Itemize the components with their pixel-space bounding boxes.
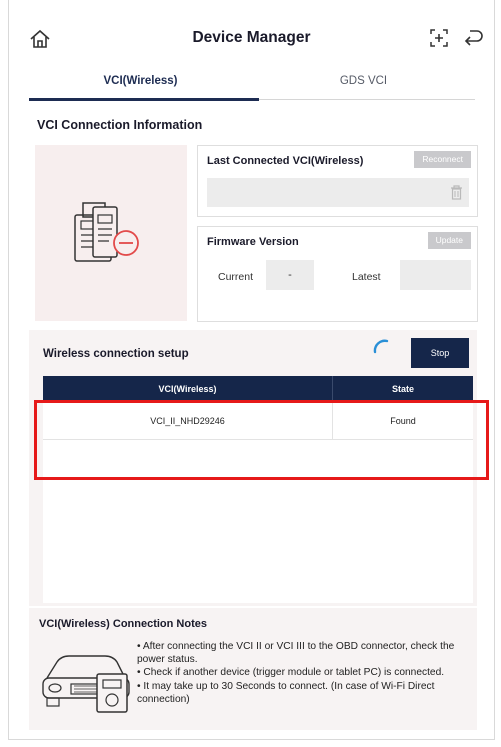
table-header: VCI(Wireless) State — [43, 376, 473, 402]
last-connected-panel: Last Connected VCI(Wireless) Reconnect — [197, 145, 478, 217]
car-obd-icon — [42, 655, 130, 713]
last-connected-vci-field — [207, 178, 469, 207]
vci-device-illustration — [35, 145, 187, 321]
notes-list: • After connecting the VCI II or VCI III… — [137, 640, 467, 706]
firmware-label: Firmware Version — [207, 236, 299, 248]
update-button[interactable]: Update — [427, 232, 471, 249]
add-device-icon[interactable] — [429, 28, 449, 48]
tab-bar: VCI(Wireless) GDS VCI — [29, 70, 475, 101]
column-header-state: State — [391, 384, 414, 394]
tab-vci-wireless[interactable]: VCI(Wireless) — [29, 75, 252, 87]
tab-gds-vci[interactable]: GDS VCI — [252, 75, 475, 87]
reconnect-button[interactable]: Reconnect — [414, 151, 471, 168]
current-label: Current — [218, 271, 254, 283]
top-bar: Device Manager — [9, 0, 494, 72]
latest-label: Latest — [352, 271, 381, 283]
firmware-panel: Firmware Version Update Current - Latest — [197, 226, 478, 322]
trash-icon[interactable] — [450, 185, 463, 200]
active-tab-indicator — [29, 98, 259, 101]
note-item: • It may take up to 30 Seconds to connec… — [137, 680, 435, 705]
wireless-setup-title: Wireless connection setup — [43, 348, 189, 360]
vci-disconnected-icon — [74, 202, 139, 262]
page-title: Device Manager — [192, 29, 311, 46]
connection-notes-panel: VCI(Wireless) Connection Notes • After c… — [29, 608, 477, 730]
note-item: • After connecting the VCI II or VCI III… — [137, 641, 455, 666]
note-item: • Check if another device (trigger modul… — [137, 667, 445, 679]
device-manager-screen: Device Manager VCI(Wireless) GDS VCI VCI… — [8, 0, 495, 740]
connection-info-title: VCI Connection Information — [37, 118, 203, 132]
notes-title: VCI(Wireless) Connection Notes — [39, 618, 207, 630]
back-icon[interactable] — [462, 28, 484, 48]
latest-version-value — [400, 260, 471, 290]
highlight-box — [34, 400, 489, 480]
loading-spinner-icon — [373, 339, 389, 354]
last-connected-label: Last Connected VCI(Wireless) — [207, 155, 364, 167]
column-header-vci: VCI(Wireless) — [43, 376, 333, 402]
current-version-value: - — [266, 260, 314, 290]
stop-button[interactable]: Stop — [411, 338, 469, 368]
